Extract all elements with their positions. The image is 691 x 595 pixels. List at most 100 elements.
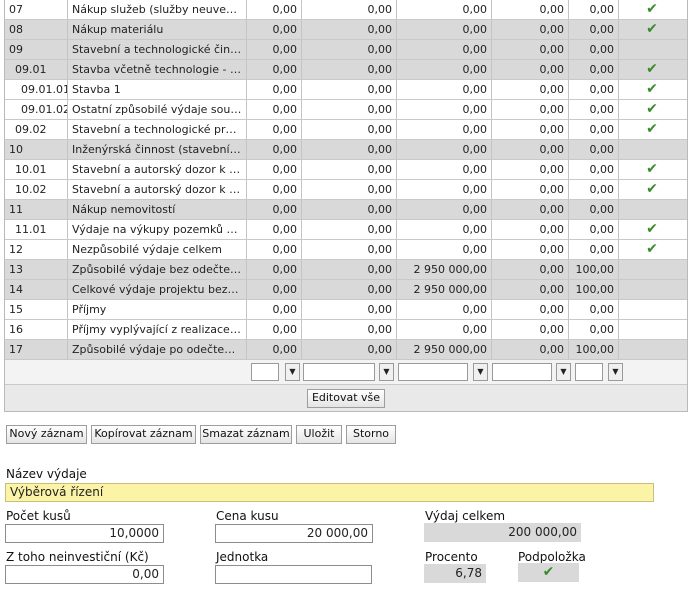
row-check-icon: ✔ xyxy=(646,121,658,137)
row-code: 11.01 xyxy=(5,220,68,239)
row-check-icon: ✔ xyxy=(646,161,658,177)
row-name: Stavební a autorský dozor k neinvestiční… xyxy=(68,180,247,199)
table-row[interactable]: 11.01Výdaje na výkupy pozemků vč. souvis… xyxy=(5,220,687,240)
table-row[interactable]: 12 Nezpůsobilé výdaje celkem 0,00 0,00 0,00 0… xyxy=(5,240,687,260)
filter-dropdown-5-icon[interactable]: ▼ xyxy=(608,363,623,381)
edit-all-button[interactable]: Editovat vše xyxy=(307,389,385,408)
cancel-button[interactable]: Storno xyxy=(346,425,396,444)
table-row[interactable]: 16Příjmy vyplývající z realizace projekt… xyxy=(5,320,687,340)
quantity-field[interactable]: 10,0000 xyxy=(5,524,164,543)
row-value-5: 0,00 xyxy=(569,240,619,259)
table-row[interactable]: 10.02Stavební a autorský dozor k neinves… xyxy=(5,180,687,200)
filter-dropdown-2-icon[interactable]: ▼ xyxy=(379,363,394,381)
filter-input-3[interactable] xyxy=(398,363,468,381)
row-value-5: 0,00 xyxy=(569,100,619,119)
row-value-4: 0,00 xyxy=(492,200,569,219)
row-value-5: 0,00 xyxy=(569,180,619,199)
filter-row: ▼ ▼ ▼ ▼ ▼ xyxy=(5,360,687,385)
row-code: 08 xyxy=(5,20,68,39)
expense-name-field[interactable]: Výběrová řízení xyxy=(5,483,654,502)
row-value-2: 0,00 xyxy=(302,0,397,19)
row-value-1: 0,00 xyxy=(247,80,302,99)
row-value-2: 0,00 xyxy=(302,240,397,259)
table-row[interactable]: 15 Příjmy 0,00 0,00 0,00 0,00 0,00 xyxy=(5,300,687,320)
row-value-2: 0,00 xyxy=(302,220,397,239)
table-row[interactable]: 09 Stavební a technologické činnosti 0,00 0… xyxy=(5,40,687,60)
row-code: 09 xyxy=(5,40,68,59)
row-value-3: 0,00 xyxy=(397,220,492,239)
row-code: 16 xyxy=(5,320,68,339)
table-row[interactable]: 07 Nákup služeb (služby neuvedené) 0,00 0,0… xyxy=(5,0,687,20)
noninvestment-field[interactable]: 0,00 xyxy=(5,565,164,584)
copy-record-button[interactable]: Kopírovat záznam xyxy=(91,425,196,444)
row-value-5: 0,00 xyxy=(569,200,619,219)
table-row[interactable]: 10Inženýrská činnost (stavební dozor)0,0… xyxy=(5,140,687,160)
row-value-4: 0,00 xyxy=(492,160,569,179)
save-button[interactable]: Uložit xyxy=(296,425,342,444)
row-value-1: 0,00 xyxy=(247,280,302,299)
row-value-5: 0,00 xyxy=(569,320,619,339)
filter-input-2[interactable] xyxy=(303,363,375,381)
row-value-2: 0,00 xyxy=(302,300,397,319)
percent-label: Procento xyxy=(425,550,478,564)
row-value-2: 0,00 xyxy=(302,140,397,159)
row-value-3: 0,00 xyxy=(397,80,492,99)
row-value-3: 0,00 xyxy=(397,100,492,119)
row-value-3: 0,00 xyxy=(397,40,492,59)
row-check-icon: ✔ xyxy=(646,61,658,77)
filter-dropdown-3-icon[interactable]: ▼ xyxy=(473,363,488,381)
noninvestment-label: Z toho neinvestiční (Kč) xyxy=(6,550,149,564)
row-code: 11 xyxy=(5,200,68,219)
row-value-3: 0,00 xyxy=(397,180,492,199)
total-label: Výdaj celkem xyxy=(425,509,506,523)
table-row[interactable]: 09.02 Stavební a technologické práce 0,00 0… xyxy=(5,120,687,140)
table-row[interactable]: 17Způsobilé výdaje po odečtení příjmů0,0… xyxy=(5,340,687,360)
row-check-icon: ✔ xyxy=(646,101,658,117)
row-name: Celkové výdaje projektu bez odečtení xyxy=(68,280,247,299)
unit-field[interactable] xyxy=(215,565,372,584)
unit-price-field[interactable]: 20 000,00 xyxy=(215,524,373,543)
row-value-1: 0,00 xyxy=(247,340,302,359)
table-row[interactable]: 10.01Stavební a autorský dozor k pořízen… xyxy=(5,160,687,180)
subitem-check-icon: ✔ xyxy=(518,563,579,582)
row-check-icon: ✔ xyxy=(646,241,658,257)
row-value-4: 0,00 xyxy=(492,340,569,359)
row-value-4: 0,00 xyxy=(492,220,569,239)
row-value-2: 0,00 xyxy=(302,320,397,339)
filter-input-1[interactable] xyxy=(251,363,279,381)
subitem-label: Podpoložka xyxy=(518,550,586,564)
table-row[interactable]: 14Celkové výdaje projektu bez odečtení0,… xyxy=(5,280,687,300)
table-body: 07 Nákup služeb (služby neuvedené) 0,00 0,0… xyxy=(5,0,687,360)
table-row[interactable]: 13Způsobilé výdaje bez odečtení příjmů0,… xyxy=(5,260,687,280)
row-value-1: 0,00 xyxy=(247,220,302,239)
row-value-5: 0,00 xyxy=(569,40,619,59)
row-check-icon xyxy=(619,200,685,219)
row-check-icon: ✔ xyxy=(646,181,658,197)
table-row[interactable]: 11 Nákup nemovitostí 0,00 0,00 0,00 0,00 0,00 xyxy=(5,200,687,220)
filter-input-5[interactable] xyxy=(575,363,603,381)
row-code: 09.01 xyxy=(5,60,68,79)
filter-dropdown-1-icon[interactable]: ▼ xyxy=(285,363,300,381)
table-row[interactable]: 09.01.01 Stavba 1 0,00 0,00 0,00 0,00 0,00 ✔ xyxy=(5,80,687,100)
row-value-4: 0,00 xyxy=(492,280,569,299)
row-value-2: 0,00 xyxy=(302,100,397,119)
table-row[interactable]: 09.01.02 Ostatní způsobilé výdaje souvise… xyxy=(5,100,687,120)
row-code: 10.01 xyxy=(5,160,68,179)
table-row[interactable]: 09.01Stavba včetně technologie - investi… xyxy=(5,60,687,80)
row-value-4: 0,00 xyxy=(492,300,569,319)
row-value-3: 0,00 xyxy=(397,320,492,339)
row-value-4: 0,00 xyxy=(492,140,569,159)
row-check-icon: ✔ xyxy=(646,221,658,237)
table-row[interactable]: 08 Nákup materiálu 0,00 0,00 0,00 0,00 0,00 ✔ xyxy=(5,20,687,40)
filter-input-4[interactable] xyxy=(492,363,552,381)
row-value-1: 0,00 xyxy=(247,320,302,339)
row-value-2: 0,00 xyxy=(302,260,397,279)
delete-record-button[interactable]: Smazat záznam xyxy=(200,425,292,444)
row-value-5: 0,00 xyxy=(569,140,619,159)
row-code: 10.02 xyxy=(5,180,68,199)
row-value-1: 0,00 xyxy=(247,240,302,259)
new-record-button[interactable]: Nový záznam xyxy=(6,425,87,444)
filter-dropdown-4-icon[interactable]: ▼ xyxy=(556,363,571,381)
total-value: 200 000,00 xyxy=(424,523,581,542)
row-name: Stavební a technologické činnosti xyxy=(68,40,247,59)
